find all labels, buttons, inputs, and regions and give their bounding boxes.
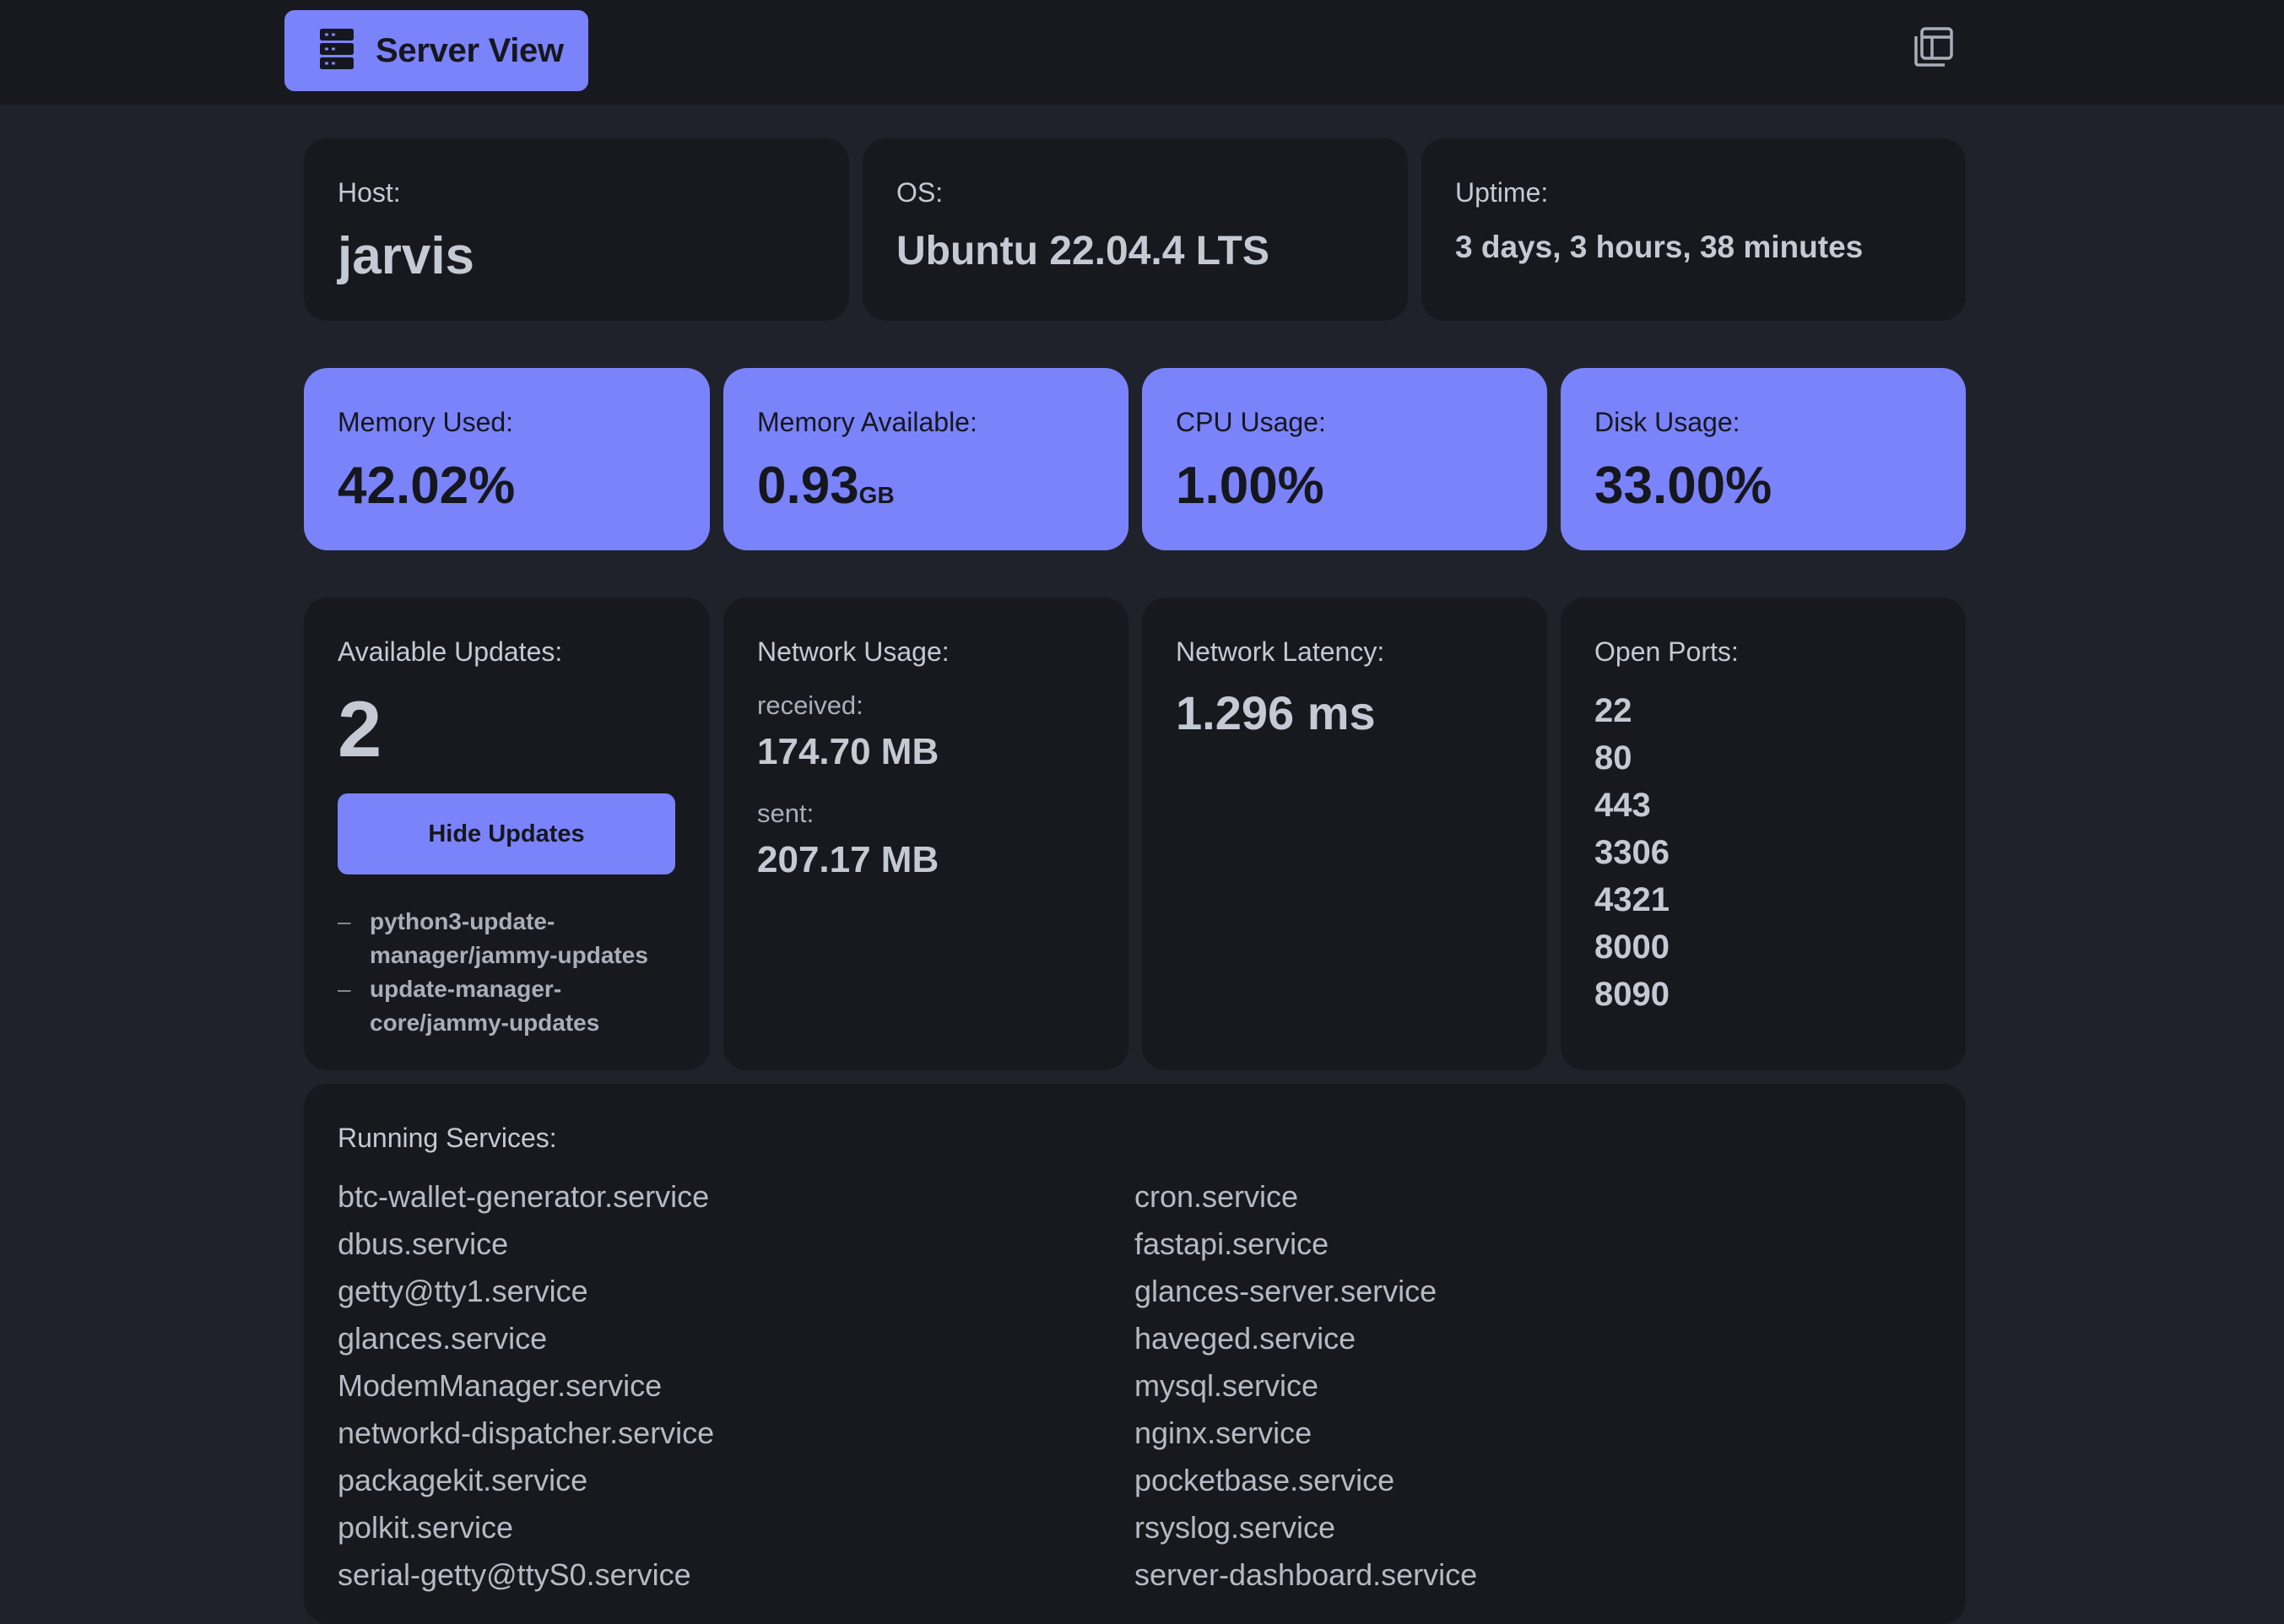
sent-label: sent: (757, 798, 815, 828)
open-ports-label: Open Ports: (1594, 636, 1739, 667)
cpu-usage-label: CPU Usage: (1176, 407, 1326, 437)
sent-value: 207.17 MB (757, 839, 939, 880)
network-latency-value: 1.296 ms (1176, 686, 1376, 739)
network-usage-label: Network Usage: (757, 636, 950, 667)
service-item: glances.service (338, 1321, 548, 1356)
service-item: haveged.service (1134, 1321, 1356, 1356)
received-label: received: (757, 690, 863, 720)
service-item: fastapi.service (1134, 1226, 1329, 1261)
service-item: pocketbase.service (1134, 1463, 1395, 1497)
service-item: serial-getty@ttyS0.service (338, 1557, 691, 1592)
list-bullet: – (338, 976, 351, 1002)
memory-available-value-row: 0.93GB (757, 456, 895, 516)
memory-available-label: Memory Available: (757, 407, 977, 437)
uptime-label: Uptime: (1455, 177, 1549, 208)
host-value: jarvis (338, 227, 475, 285)
updates-label: Available Updates: (338, 636, 563, 667)
network-latency-label: Network Latency: (1176, 636, 1385, 667)
cpu-usage-card: CPU Usage: 1.00% (1142, 368, 1547, 550)
host-label: Host: (338, 177, 401, 208)
service-item: glances-server.service (1134, 1274, 1437, 1308)
memory-available-value: 0.93 (757, 457, 859, 515)
service-item: btc-wallet-generator.service (338, 1179, 710, 1214)
service-item: dbus.service (338, 1226, 509, 1261)
brand-button[interactable]: Server View (284, 10, 588, 91)
port-item: 4321 (1594, 881, 1670, 918)
service-item: mysql.service (1134, 1368, 1319, 1403)
memory-available-unit: GB (858, 482, 895, 508)
service-item: polkit.service (338, 1510, 514, 1545)
ports-list: 22 80 443 3306 4321 8000 8090 (1594, 687, 1670, 1018)
os-card: OS: Ubuntu 22.04.4 LTS (863, 138, 1408, 321)
host-card: Host: jarvis (304, 138, 849, 321)
uptime-card: Uptime: 3 days, 3 hours, 38 minutes (1421, 138, 1966, 321)
disk-usage-card: Disk Usage: 33.00% (1561, 368, 1966, 550)
disk-usage-value: 33.00% (1594, 457, 1773, 515)
service-item: nginx.service (1134, 1416, 1312, 1450)
port-item: 8090 (1594, 976, 1670, 1013)
open-ports-card: Open Ports: 22 80 443 3306 4321 8000 809… (1561, 598, 1966, 1070)
memory-used-value: 42.02% (338, 457, 516, 515)
update-package: python3-update-manager/jammy-updates (370, 908, 648, 968)
window-restore-icon (1911, 25, 1955, 73)
service-item: cron.service (1134, 1179, 1299, 1214)
service-item: rsyslog.service (1134, 1510, 1336, 1545)
memory-used-card: Memory Used: 42.02% (304, 368, 710, 550)
os-label: OS: (896, 177, 944, 208)
service-item: packagekit.service (338, 1463, 588, 1497)
list-item: – update-manager-core/jammy-updates (338, 972, 692, 1040)
port-item: 22 (1594, 692, 1632, 729)
port-item: 443 (1594, 787, 1651, 824)
update-package: update-manager-core/jammy-updates (370, 976, 600, 1036)
os-value: Ubuntu 22.04.4 LTS (896, 229, 1269, 273)
port-item: 8000 (1594, 928, 1670, 966)
uptime-value: 3 days, 3 hours, 38 minutes (1455, 230, 1864, 264)
network-latency-card: Network Latency: 1.296 ms (1142, 598, 1547, 1070)
hide-updates-button[interactable]: Hide Updates (338, 793, 675, 874)
service-item: server-dashboard.service (1134, 1557, 1478, 1592)
disk-usage-label: Disk Usage: (1594, 407, 1740, 437)
service-item: getty@tty1.service (338, 1274, 588, 1308)
updates-card: Available Updates: 2 Hide Updates – pytho… (304, 598, 710, 1070)
running-services-label: Running Services: (338, 1123, 557, 1153)
updates-count: 2 (338, 685, 382, 773)
server-icon (318, 27, 355, 75)
updates-list: – python3-update-manager/jammy-updates – u… (338, 905, 692, 1040)
received-value: 174.70 MB (757, 731, 939, 772)
running-services-card: Running Services: btc-wallet-generator.s… (304, 1084, 1966, 1624)
services-list: btc-wallet-generator.service cron.servic… (338, 1173, 1941, 1599)
list-bullet: – (338, 908, 351, 934)
service-item: ModemManager.service (338, 1368, 663, 1403)
app-title: Server View (376, 31, 564, 69)
list-item: – python3-update-manager/jammy-updates (338, 905, 692, 972)
service-item: networkd-dispatcher.service (338, 1416, 715, 1450)
port-item: 80 (1594, 739, 1632, 777)
network-usage-card: Network Usage: received: 174.70 MB sent:… (723, 598, 1128, 1070)
memory-available-card: Memory Available: 0.93GB (723, 368, 1128, 550)
memory-used-label: Memory Used: (338, 407, 514, 437)
port-item: 3306 (1594, 834, 1670, 871)
cpu-usage-value: 1.00% (1176, 457, 1324, 515)
window-restore-button[interactable] (1909, 25, 1957, 73)
top-bar: Server View (0, 0, 2284, 105)
